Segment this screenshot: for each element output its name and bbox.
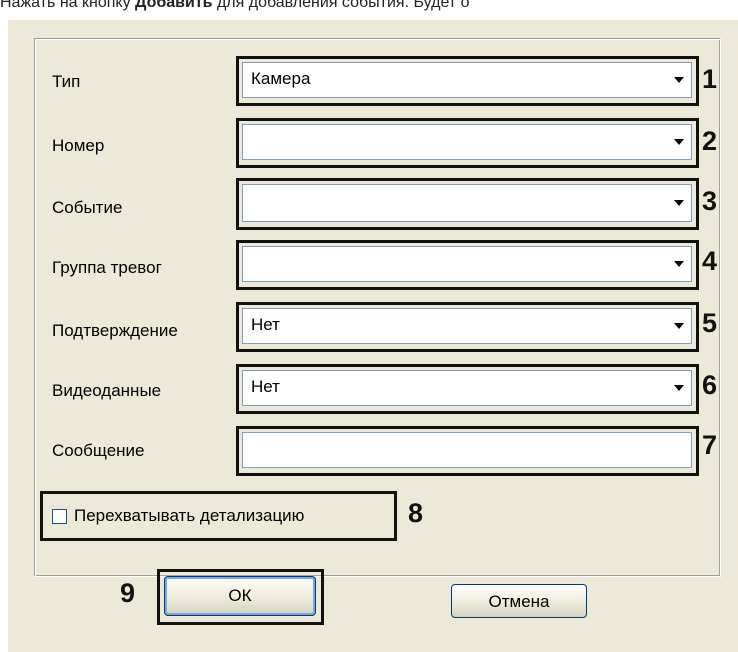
video-data-select-value: Нет: [251, 377, 280, 396]
message-label: Сообщение: [52, 441, 145, 460]
event-select[interactable]: [242, 184, 692, 222]
event-dialog: Тип Камера 1 Номер 2 Событие 3 Группа тр…: [8, 20, 738, 652]
doc-text-bold: Добавить: [135, 0, 213, 11]
callout-number-1: 1: [702, 64, 718, 94]
alarm-group-label: Группа тревог: [52, 258, 162, 277]
callout-number-4: 4: [702, 246, 718, 276]
type-select[interactable]: Камера: [242, 62, 692, 98]
confirmation-select-value: Нет: [251, 315, 280, 334]
doc-text-after: для добавления события. Будет о: [212, 0, 470, 11]
intercept-detail-label: Перехватывать детализацию: [74, 506, 305, 525]
confirmation-select[interactable]: Нет: [242, 308, 692, 344]
video-data-select[interactable]: Нет: [242, 370, 692, 406]
video-data-label: Видеоданные: [52, 381, 162, 400]
alarm-group-select[interactable]: [242, 246, 692, 282]
dropdown-arrow-icon[interactable]: [669, 373, 689, 403]
callout-number-7: 7: [702, 430, 718, 460]
confirmation-label: Подтверждение: [52, 321, 178, 340]
callout-number-5: 5: [702, 308, 718, 338]
event-label: Событие: [52, 198, 123, 217]
cancel-button[interactable]: Отмена: [451, 584, 587, 618]
document-instruction-text: Нажать на кнопку Добавить для добавления…: [0, 0, 738, 18]
dropdown-arrow-icon[interactable]: [669, 249, 689, 279]
dropdown-arrow-icon[interactable]: [669, 127, 689, 157]
callout-number-6: 6: [702, 370, 718, 400]
callout-number-9: 9: [120, 578, 136, 608]
message-input[interactable]: [242, 432, 692, 468]
dropdown-arrow-icon[interactable]: [669, 65, 689, 95]
number-select[interactable]: [242, 124, 692, 160]
ok-button[interactable]: ОК: [164, 576, 316, 616]
dropdown-arrow-icon[interactable]: [669, 187, 689, 219]
callout-number-3: 3: [702, 186, 718, 216]
intercept-detail-checkbox[interactable]: [52, 509, 67, 524]
type-label: Тип: [52, 72, 81, 91]
callout-number-2: 2: [702, 126, 718, 156]
callout-number-8: 8: [408, 498, 424, 528]
dropdown-arrow-icon[interactable]: [669, 311, 689, 341]
doc-text-before: Нажать на кнопку: [0, 0, 136, 11]
type-select-value: Камера: [251, 69, 311, 88]
number-label: Номер: [52, 136, 105, 155]
